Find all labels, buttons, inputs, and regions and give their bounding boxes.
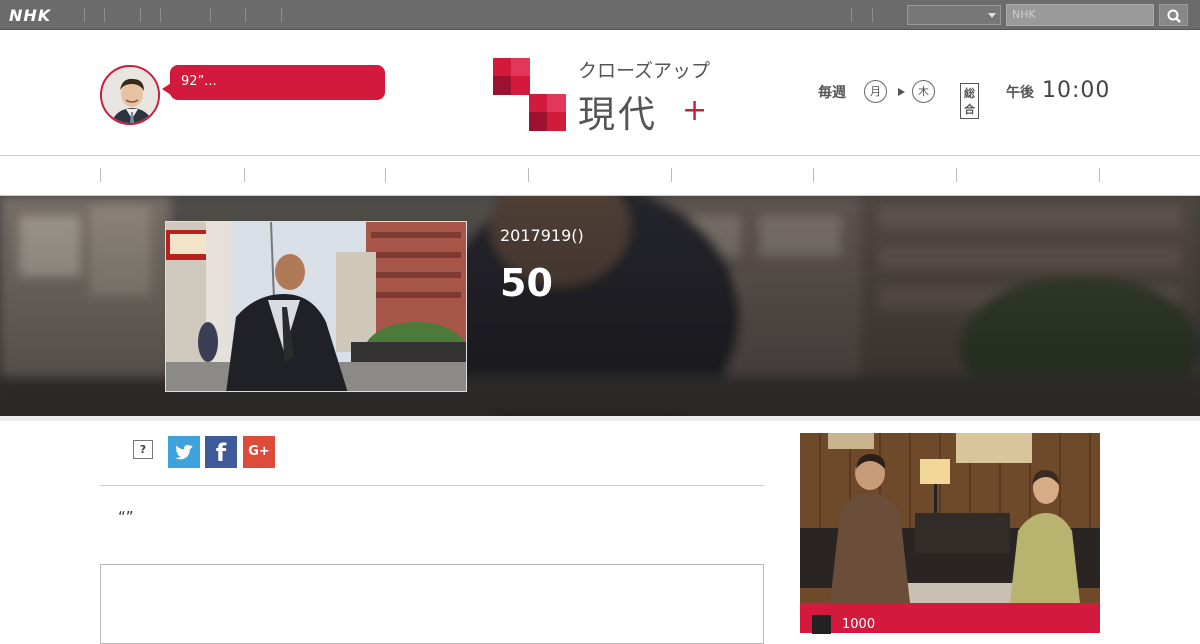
schedule-day-to: 木 xyxy=(912,80,935,103)
top-divider xyxy=(245,8,246,22)
help-icon[interactable]: ? xyxy=(133,440,153,459)
schedule-day-from: 月 xyxy=(864,80,887,103)
program-logo[interactable]: クローズアップ 現代 + xyxy=(490,55,720,136)
top-divider xyxy=(140,8,141,22)
search-icon xyxy=(1167,9,1181,23)
presenter-avatar[interactable] xyxy=(100,65,160,125)
play-arrow-icon xyxy=(898,88,905,96)
nav-item-8[interactable] xyxy=(1099,168,1100,182)
nav-item-3[interactable] xyxy=(385,168,386,182)
related-program-thumbnail[interactable] xyxy=(800,433,1100,603)
region-select[interactable] xyxy=(907,5,1001,25)
content-divider xyxy=(100,485,764,486)
episode-hero: 2017919() 50 xyxy=(0,196,1200,416)
nav-item-7[interactable] xyxy=(956,168,957,182)
nav-item-6[interactable] xyxy=(813,168,814,182)
presenter-portrait xyxy=(102,67,158,123)
episode-quote: “” xyxy=(118,508,134,526)
episode-thumbnail[interactable] xyxy=(165,221,467,392)
chevron-down-icon xyxy=(988,13,996,18)
nhk-logo[interactable]: NHK xyxy=(9,6,51,25)
nav-item-1[interactable] xyxy=(100,168,101,182)
twitter-share-button[interactable] xyxy=(168,436,200,468)
related-program-caption[interactable]: 1000 xyxy=(800,603,1100,634)
search-input[interactable]: NHK xyxy=(1006,4,1154,26)
top-divider xyxy=(872,8,873,22)
top-divider xyxy=(210,8,211,22)
twitter-icon xyxy=(175,444,193,460)
logo-kana: クローズアップ xyxy=(578,60,711,82)
logo-kanji: 現代 xyxy=(578,93,658,136)
schedule-time: 10:00 xyxy=(1042,78,1111,103)
square-icon xyxy=(812,615,831,634)
nav-item-4[interactable] xyxy=(528,168,529,182)
schedule-weekly: 毎週 xyxy=(818,85,846,101)
schedule-pm: 午後 xyxy=(1006,85,1034,101)
googleplus-share-button[interactable]: G+ xyxy=(243,436,275,468)
episode-description-box xyxy=(100,564,764,644)
related-program-image xyxy=(800,433,1100,603)
nav-item-5[interactable] xyxy=(671,168,672,182)
presenter-speech-bubble[interactable]: 92”... xyxy=(162,65,385,100)
logo-plus-mark: + xyxy=(682,93,708,128)
schedule-channel: 総合 xyxy=(960,83,979,119)
logo-squares-icon xyxy=(493,58,566,131)
episode-date: 2017919() xyxy=(500,226,584,245)
logo-plus: + xyxy=(682,93,707,128)
top-divider xyxy=(104,8,105,22)
top-divider xyxy=(84,8,85,22)
top-divider xyxy=(160,8,161,22)
nhk-top-bar: NHK NHK xyxy=(0,0,1200,30)
hero-divider xyxy=(0,416,1200,421)
top-divider xyxy=(851,8,852,22)
facebook-share-button[interactable]: f xyxy=(205,436,237,468)
thumbnail-image xyxy=(166,222,466,391)
nav-item-2[interactable] xyxy=(244,168,245,182)
top-divider xyxy=(281,8,282,22)
nav-top-border xyxy=(0,155,1200,156)
episode-title: 50 xyxy=(500,261,553,305)
search-button[interactable] xyxy=(1159,4,1188,26)
